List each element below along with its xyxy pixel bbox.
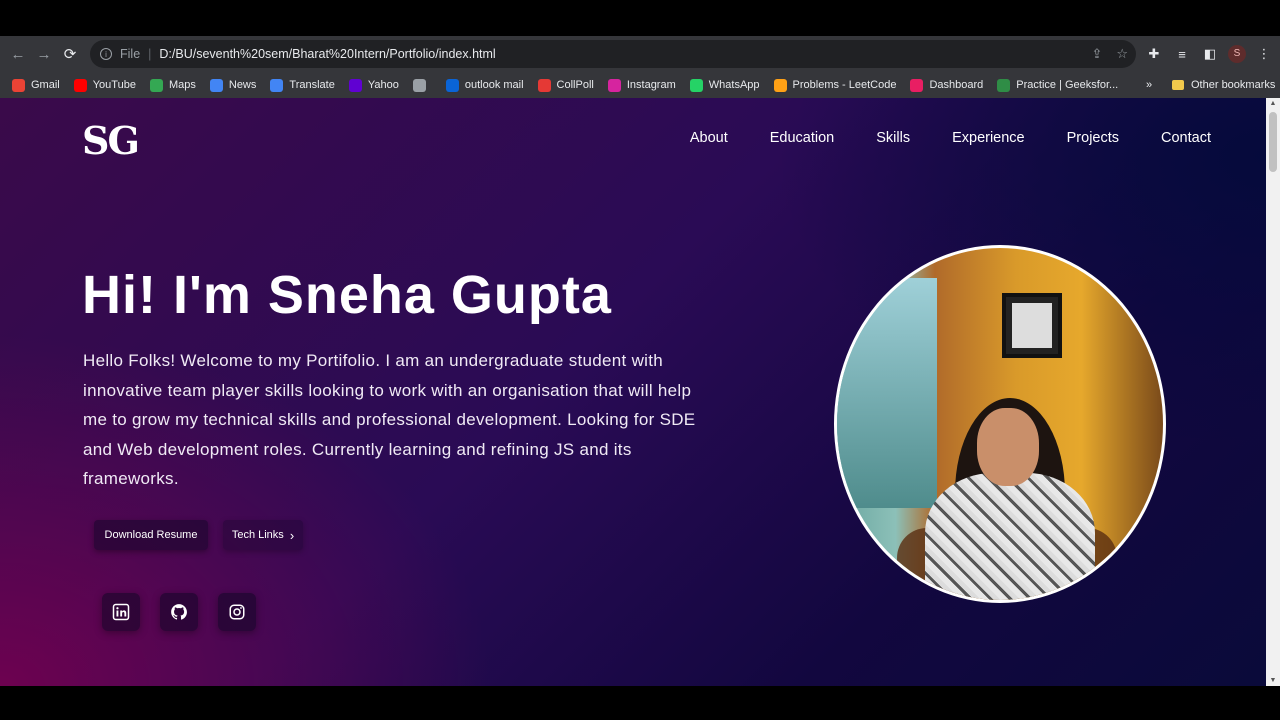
bookmark-item[interactable] — [412, 78, 432, 92]
tech-links-button[interactable]: Tech Links › — [223, 520, 303, 550]
chevron-right-icon: › — [289, 527, 295, 543]
bookmark-star-icon[interactable]: ☆ — [1116, 46, 1128, 62]
linkedin-icon — [112, 603, 130, 621]
other-bookmarks-label: Other bookmarks — [1191, 79, 1276, 91]
scrollbar-thumb[interactable] — [1269, 112, 1277, 172]
nav-link-projects[interactable]: Projects — [1067, 130, 1119, 146]
bookmark-label: News — [228, 79, 257, 91]
menu-icon[interactable]: ⋮ — [1254, 46, 1274, 62]
translate-icon — [270, 78, 284, 92]
side-panel-icon[interactable]: ◧ — [1200, 46, 1220, 62]
bookmark-item[interactable]: Translate — [270, 78, 335, 92]
bookmark-label: outlook mail — [464, 79, 524, 91]
bookmark-item[interactable]: News — [209, 78, 257, 92]
forward-button[interactable]: → — [31, 41, 57, 67]
download-resume-label: Download Resume — [104, 529, 198, 541]
instagram-button[interactable] — [218, 593, 256, 631]
github-icon — [171, 604, 187, 620]
whatsapp-icon — [689, 78, 703, 92]
globe-icon — [412, 78, 426, 92]
profile-photo — [834, 245, 1166, 603]
bookmark-item[interactable]: CollPoll — [537, 78, 594, 92]
bookmark-label: Problems - LeetCode — [792, 79, 897, 91]
bookmark-item[interactable]: Dashboard — [910, 78, 984, 92]
url-scheme: File — [120, 47, 141, 61]
scroll-up-icon[interactable]: ▲ — [1269, 100, 1277, 107]
url-separator: | — [148, 47, 152, 61]
gmail-icon — [12, 78, 25, 92]
tech-links-label: Tech Links — [231, 529, 284, 541]
extensions-icon[interactable]: ✚ — [1144, 46, 1164, 62]
share-icon[interactable]: ⇪ — [1091, 46, 1102, 62]
bookmark-label: Dashboard — [929, 79, 984, 91]
other-bookmarks-folder[interactable]: Other bookmarks — [1172, 72, 1275, 98]
bookmark-item[interactable]: outlook mail — [445, 78, 524, 92]
reload-button[interactable]: ⟳ — [57, 41, 83, 67]
instagram-icon — [229, 604, 245, 620]
page-scrollbar[interactable]: ▲ ▼ — [1266, 98, 1280, 686]
bookmark-item[interactable]: Problems - LeetCode — [773, 78, 897, 92]
scroll-down-icon[interactable]: ▼ — [1269, 677, 1277, 684]
site-nav: About Education Skills Experience Projects Co… — [690, 130, 1211, 146]
letterbox-top — [0, 0, 1280, 36]
collpoll-icon — [537, 78, 551, 92]
news-icon — [209, 78, 223, 92]
bookmark-label: CollPoll — [556, 79, 594, 91]
bookmark-label: Practice | Geeksfor... — [1016, 79, 1119, 91]
portfolio-page: SG About Education Skills Experience Project… — [0, 98, 1266, 686]
yahoo-icon — [348, 78, 362, 92]
site-logo[interactable]: SG — [82, 118, 140, 163]
bookmark-label: Gmail — [31, 79, 60, 91]
nav-link-about[interactable]: About — [690, 130, 728, 146]
bookmark-label: Translate — [289, 79, 335, 91]
bookmarks-bar: Gmail YouTube Maps News Translate Yahoo outloo… — [0, 72, 1280, 98]
nav-link-education[interactable]: Education — [770, 130, 835, 146]
bookmark-item[interactable]: Gmail — [12, 78, 60, 92]
back-button[interactable]: ← — [5, 41, 31, 67]
youtube-icon — [73, 78, 87, 92]
download-resume-button[interactable]: Download Resume — [94, 520, 208, 550]
bookmark-label: WhatsApp — [708, 79, 760, 91]
instagram-icon — [607, 78, 621, 92]
bookmark-label: Instagram — [626, 79, 676, 91]
hero-title: Hi! I'm Sneha Gupta — [82, 265, 612, 325]
nav-link-contact[interactable]: Contact — [1161, 130, 1211, 146]
bookmark-item[interactable]: Instagram — [607, 78, 676, 92]
nav-link-experience[interactable]: Experience — [952, 130, 1025, 146]
linkedin-button[interactable] — [102, 593, 140, 631]
photo-window — [837, 278, 937, 508]
address-bar[interactable]: i File | D:/BU/seventh%20sem/Bharat%20In… — [90, 40, 1136, 68]
bookmark-label: Maps — [168, 79, 196, 91]
bookmark-label: Yahoo — [367, 79, 399, 91]
gfg-icon — [997, 78, 1011, 92]
hero-description: Hello Folks! Welcome to my Portifolio. I… — [83, 351, 696, 488]
folder-icon — [1172, 80, 1184, 90]
bookmark-item[interactable]: WhatsApp — [689, 78, 760, 92]
profile-avatar[interactable]: S — [1228, 45, 1246, 63]
photo-person-face — [977, 408, 1039, 486]
photo-person-body — [925, 473, 1095, 600]
nav-link-skills[interactable]: Skills — [876, 130, 910, 146]
dashboard-icon — [910, 78, 924, 92]
leetcode-icon — [773, 78, 787, 92]
bookmark-label: YouTube — [92, 79, 136, 91]
bookmark-item[interactable]: YouTube — [73, 78, 136, 92]
url-text[interactable]: D:/BU/seventh%20sem/Bharat%20Intern/Port… — [159, 47, 495, 61]
bookmark-item[interactable]: Practice | Geeksfor... — [997, 78, 1119, 92]
media-queue-icon[interactable]: ≡ — [1172, 47, 1192, 62]
bookmark-item[interactable]: Yahoo — [348, 78, 399, 92]
bookmark-item[interactable]: Maps — [149, 78, 196, 92]
more-bookmarks-button[interactable]: » — [1146, 72, 1152, 98]
github-button[interactable] — [160, 593, 198, 631]
outlook-icon — [445, 78, 459, 92]
info-icon[interactable]: i — [100, 48, 112, 60]
letterbox-bottom — [0, 686, 1280, 720]
photo-wall-frame — [1002, 293, 1062, 358]
maps-icon — [149, 78, 163, 92]
